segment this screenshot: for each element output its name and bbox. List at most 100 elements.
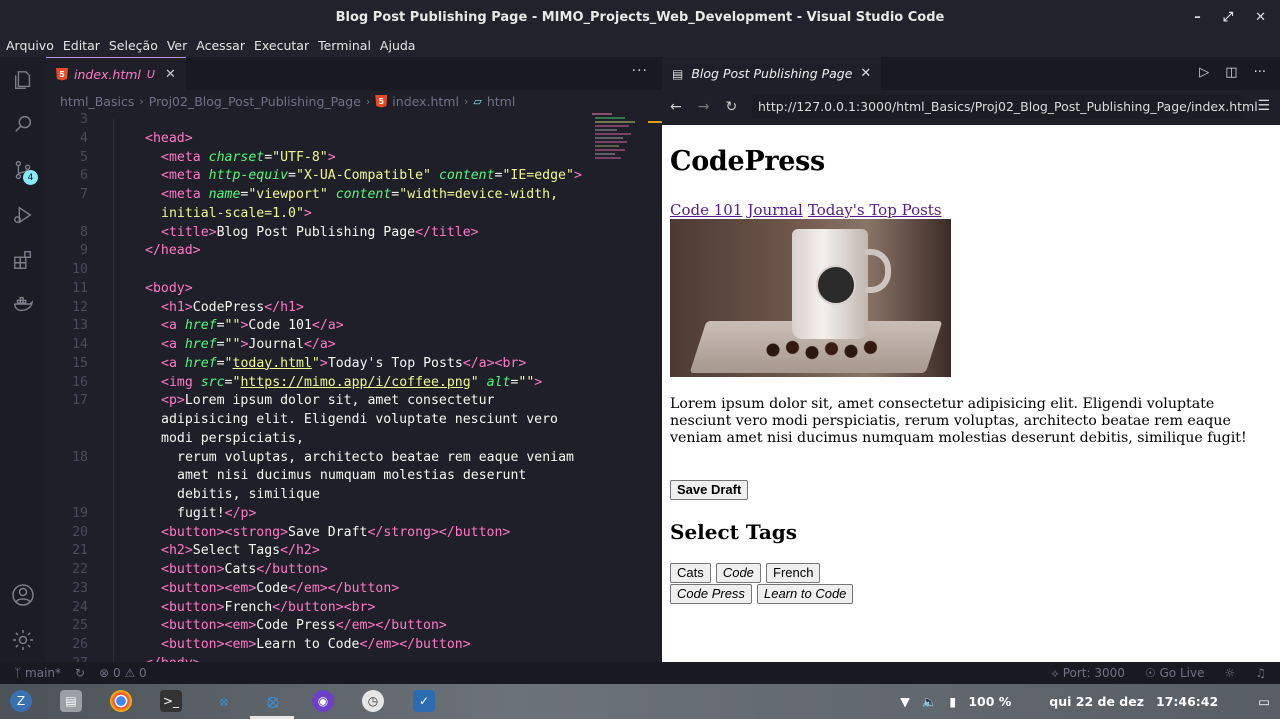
breadcrumb-item[interactable]: html_Basics <box>60 94 134 109</box>
run-debug-icon[interactable] <box>10 202 36 228</box>
code-text: <meta name="viewport" content="width=dev… <box>161 187 559 202</box>
code-text: <a href="">Journal</a> <box>161 337 336 352</box>
clock-date[interactable]: qui 22 de dez <box>1049 694 1144 709</box>
minimize-button[interactable]: – <box>1194 10 1201 25</box>
menu-selecao[interactable]: Seleção <box>109 38 158 53</box>
line-number: 18 <box>72 449 88 465</box>
show-desktop-icon[interactable]: ▭ <box>1258 694 1270 709</box>
docker-icon[interactable] <box>10 291 36 317</box>
menu-arquivo[interactable]: Arquivo <box>6 38 54 53</box>
breadcrumb-item[interactable]: Proj02_Blog_Post_Publishing_Page <box>149 94 361 109</box>
tag-button-code[interactable]: Code <box>715 563 761 583</box>
sync-icon[interactable]: ↻ <box>75 666 85 680</box>
menu-terminal[interactable]: Terminal <box>318 38 371 53</box>
error-icon: ⊗ <box>99 666 110 680</box>
split-editor-icon[interactable]: ◫ <box>1225 65 1237 80</box>
clock-time[interactable]: 17:46:42 <box>1156 694 1218 709</box>
breadcrumb-item[interactable]: html <box>487 94 515 109</box>
battery-icon[interactable]: ▮ <box>949 694 956 709</box>
line-number: 22 <box>72 562 88 577</box>
code-editor[interactable]: 3 4 <head> 5 <meta charset="UTF-8"> 6 <meta ht… <box>46 112 662 671</box>
code-text: <img src="https://mimo.app/i/coffee.png"… <box>161 374 543 390</box>
battery-percent: 100 % <box>968 694 1012 709</box>
code-text: fugit!</p> <box>177 505 257 521</box>
link-code-101[interactable]: Code 101 <box>670 201 742 219</box>
bell-icon[interactable]: ♫ <box>1255 666 1266 680</box>
problems-status[interactable]: ⊗ 0 ⚠ 0 <box>99 666 147 680</box>
tasks-app-icon[interactable]: ✓ <box>413 690 435 712</box>
account-icon[interactable] <box>10 582 36 608</box>
menu-acessar[interactable]: Acessar <box>196 38 245 53</box>
system-tray: ▼ 🔈 ▮ 100 % qui 22 de dez 17:46:42 ▭ <box>900 684 1270 719</box>
code-text: <h2>Select Tags</h2> <box>161 543 320 559</box>
settings-gear-icon[interactable] <box>10 627 36 653</box>
close-window-button[interactable]: ✕ <box>1255 10 1266 25</box>
preview-tab-bar: ▤ Blog Post Publishing Page ✕ ▷ ◫ ··· <box>662 57 1280 90</box>
go-live-status[interactable]: ☉ Go Live <box>1145 666 1205 680</box>
menu-executar[interactable]: Executar <box>254 38 309 53</box>
forward-arrow-icon[interactable]: → <box>698 99 710 115</box>
restore-button[interactable]: ⤢ <box>1223 10 1233 25</box>
explorer-icon[interactable] <box>10 67 36 93</box>
menu-bar: Arquivo Editar Seleção Ver Acessar Execu… <box>0 34 1280 57</box>
minimap[interactable] <box>592 113 662 173</box>
tag-button-code-press[interactable]: Code Press <box>670 584 752 604</box>
wifi-icon[interactable]: ▼ <box>900 694 910 709</box>
code-text: <a href="today.html">Today's Top Posts</… <box>161 355 527 371</box>
address-bar: ← → ↻ http://127.0.0.1:3000/html_Basics/… <box>662 90 1280 124</box>
tag-button-learn-to-code[interactable]: Learn to Code <box>757 584 854 604</box>
zorin-menu-icon[interactable]: Z <box>10 690 32 712</box>
line-number: 15 <box>72 355 88 371</box>
code-text: modi perspiciatis, <box>161 430 304 446</box>
link-journal[interactable]: Journal <box>747 201 802 219</box>
line-number: 11 <box>72 280 88 296</box>
clock-app-icon[interactable]: ◷ <box>362 690 384 712</box>
chevron-right-icon: › <box>365 94 371 108</box>
branch-status[interactable]: ᛉ main* <box>14 666 61 680</box>
run-icon[interactable]: ▷ <box>1199 65 1209 80</box>
vscode-icon[interactable]: ⦻ <box>262 690 284 712</box>
more-actions-icon[interactable]: ··· <box>632 63 648 79</box>
terminal-icon[interactable]: >_ <box>160 690 182 712</box>
code-text: </head> <box>145 243 201 259</box>
code-text: <button><strong>Save Draft</strong></but… <box>161 524 511 540</box>
close-preview-icon[interactable]: ✕ <box>860 66 871 81</box>
line-number: 12 <box>72 299 88 315</box>
tag-button-french[interactable]: French <box>766 563 821 583</box>
breadcrumb-item[interactable]: index.html <box>392 94 459 109</box>
warning-icon: ⚠ <box>124 666 136 680</box>
tab-preview[interactable]: ▤ Blog Post Publishing Page ✕ <box>662 57 882 90</box>
menu-editar[interactable]: Editar <box>63 38 100 53</box>
line-number: 24 <box>72 599 88 615</box>
menu-ajuda[interactable]: Ajuda <box>380 38 416 53</box>
close-tab-icon[interactable]: ✕ <box>165 67 176 82</box>
feedback-icon[interactable]: ☼ <box>1224 666 1235 680</box>
preview-icon: ▤ <box>672 66 684 81</box>
chevron-right-icon: › <box>139 94 144 108</box>
files-icon[interactable]: ▤ <box>60 690 82 712</box>
save-draft-button[interactable]: Save Draft <box>670 480 749 500</box>
vscode-small-icon[interactable]: ⦻ <box>213 690 235 712</box>
menu-icon[interactable]: ☰ <box>1257 98 1270 114</box>
tag-button-cats[interactable]: Cats <box>670 563 711 583</box>
menu-ver[interactable]: Ver <box>167 38 187 53</box>
port-status[interactable]: ⟡ Port: 3000 <box>1051 666 1125 681</box>
more-actions-icon[interactable]: ··· <box>1254 65 1266 80</box>
chrome-icon[interactable] <box>110 690 132 712</box>
reload-icon[interactable]: ↻ <box>725 99 737 115</box>
url-input[interactable]: http://127.0.0.1:3000/html_Basics/Proj02… <box>752 95 1258 119</box>
editor-tab-bar: 5 index.html U ✕ ··· <box>46 57 662 90</box>
window-controls: – ⤢ ✕ <box>1194 0 1266 34</box>
link-top-posts[interactable]: Today's Top Posts <box>808 201 942 219</box>
extensions-icon[interactable] <box>10 247 36 273</box>
volume-icon[interactable]: 🔈 <box>922 694 938 710</box>
back-arrow-icon[interactable]: ← <box>670 99 682 115</box>
tab-index-html[interactable]: 5 index.html U ✕ <box>46 57 186 90</box>
search-icon[interactable] <box>10 111 36 137</box>
line-number: 14 <box>72 337 88 352</box>
line-number: 6 <box>80 168 88 184</box>
github-icon[interactable]: ◉ <box>312 690 334 712</box>
preview-pane: ▤ Blog Post Publishing Page ✕ ▷ ◫ ··· ← … <box>662 57 1280 662</box>
cup-shape <box>792 229 868 339</box>
chevron-right-icon: › <box>463 94 469 108</box>
